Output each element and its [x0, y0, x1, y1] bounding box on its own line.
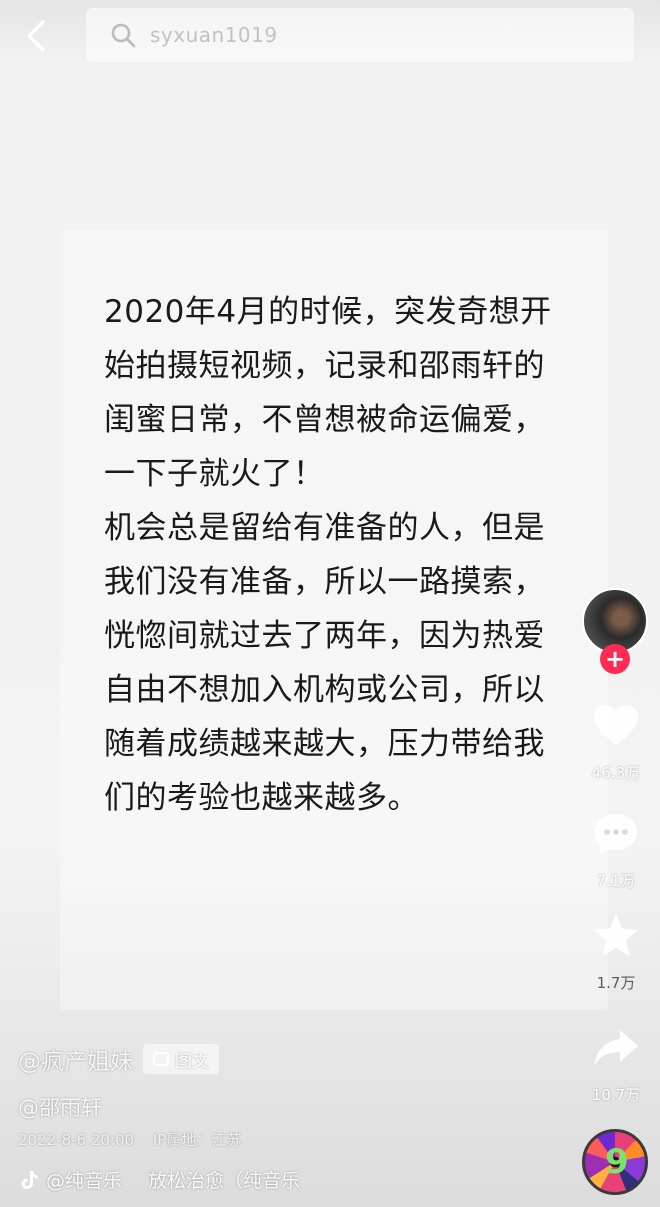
- author-row: @疯产姐妹 图文: [18, 1042, 219, 1076]
- share-count: 10.7万: [591, 1086, 641, 1104]
- top-bar: syxuan1019: [0, 0, 660, 75]
- comment-action[interactable]: 7.1万: [578, 808, 654, 891]
- back-button[interactable]: [18, 16, 54, 56]
- post-meta: 2022-8-6 20:00 IP属地：江苏: [18, 1129, 241, 1150]
- follow-button[interactable]: +: [600, 644, 630, 674]
- like-action[interactable]: 46.3万: [578, 700, 654, 783]
- post-paragraph: 2020年4月的时候，突发奇想开始拍摄短视频，记录和邵雨轩的闺蜜日常，不曾想被命…: [104, 294, 552, 492]
- comment-count: 7.1万: [596, 872, 636, 890]
- tiktok-note-icon: [21, 1170, 38, 1189]
- favorite-count: 1.7万: [596, 974, 636, 992]
- image-text-icon: [153, 1052, 169, 1066]
- post-text: 2020年4月的时候，突发奇想开始拍摄短视频，记录和邵雨轩的闺蜜日常，不曾想被命…: [104, 285, 574, 825]
- post-paragraph: 机会总是留给有准备的人，但是我们没有准备，所以一路摸索，恍惚间就过去了两年，因为…: [104, 510, 545, 816]
- share-arrow-icon[interactable]: [590, 1022, 642, 1074]
- music-title: 放松治愈（纯音乐: [148, 1170, 301, 1192]
- comment-icon[interactable]: [590, 808, 642, 860]
- music-artist: @纯音乐: [46, 1170, 123, 1192]
- mention-link[interactable]: @邵雨轩: [18, 1092, 102, 1122]
- like-count: 46.3万: [591, 764, 641, 782]
- chevron-left-icon: [27, 20, 45, 52]
- search-icon: [111, 23, 136, 48]
- author-name[interactable]: @疯产姐妹: [18, 1042, 133, 1076]
- author-avatar-group[interactable]: +: [582, 588, 648, 674]
- share-action[interactable]: 10.7万: [578, 1022, 654, 1105]
- post-type-label: 图文: [175, 1051, 209, 1072]
- post-date: 2022-8-6 20:00: [18, 1131, 135, 1149]
- music-bar[interactable]: @纯音乐 放松治愈（纯音乐: [18, 1166, 300, 1193]
- disc-logo-icon: 9: [605, 1142, 629, 1182]
- search-query: syxuan1019: [150, 23, 278, 47]
- post-type-tag: 图文: [143, 1044, 219, 1074]
- post-screen: syxuan1019 2020年4月的时候，突发奇想开始拍摄短视频，记录和邵雨轩…: [0, 0, 660, 1207]
- ip-location: IP属地：江苏: [152, 1131, 242, 1149]
- favorite-action[interactable]: 1.7万: [578, 910, 654, 993]
- heart-icon[interactable]: [590, 700, 642, 752]
- star-icon[interactable]: [590, 910, 642, 962]
- music-disc[interactable]: 9: [582, 1129, 648, 1195]
- search-bar[interactable]: syxuan1019: [86, 8, 634, 62]
